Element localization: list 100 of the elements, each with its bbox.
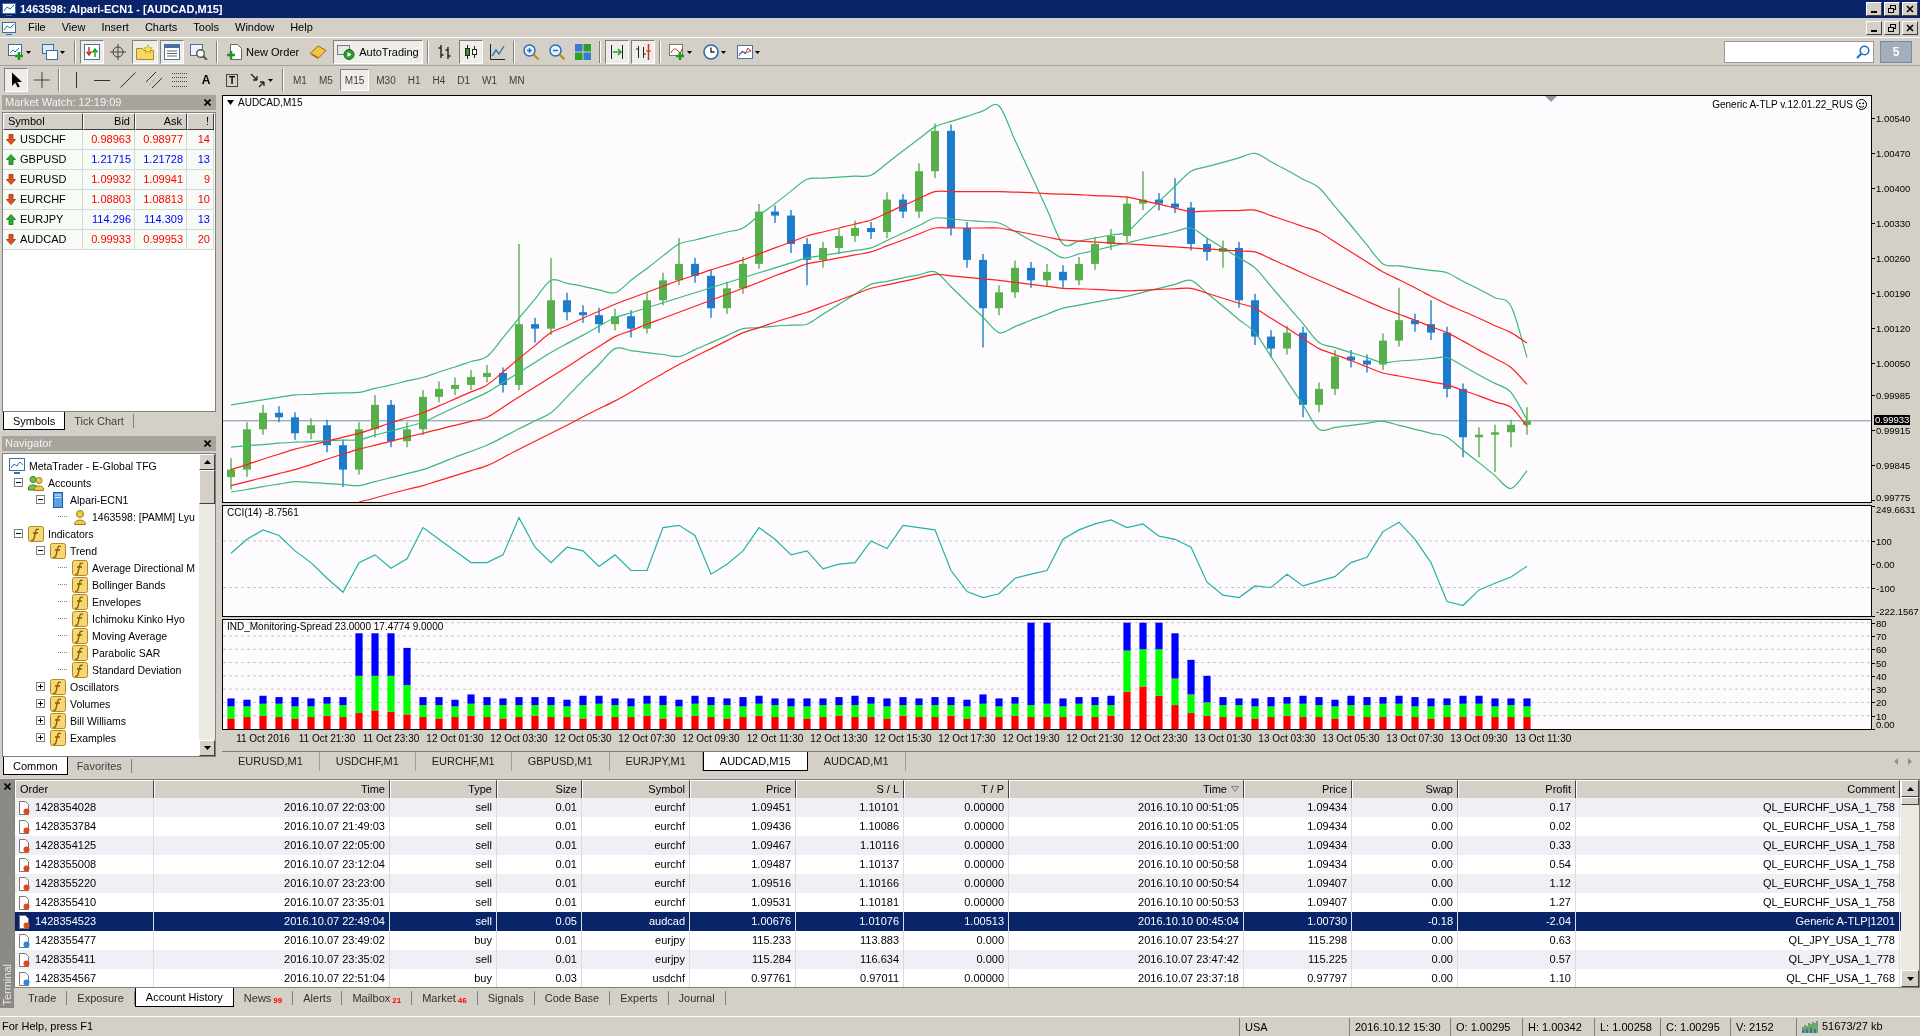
- menu-item[interactable]: Window: [227, 19, 283, 36]
- column-header[interactable]: Price: [1244, 780, 1352, 799]
- tab[interactable]: Experts: [610, 991, 669, 1005]
- toolbar-button[interactable]: [4, 68, 28, 92]
- column-header[interactable]: Swap: [1352, 780, 1458, 799]
- tree-item[interactable]: Oscillators: [70, 679, 119, 694]
- column-header[interactable]: Size: [497, 780, 582, 799]
- scroll-down-button[interactable]: [1901, 970, 1919, 987]
- toolbar-button[interactable]: [458, 39, 483, 64]
- vertical-scrollbar[interactable]: [199, 454, 215, 756]
- tab[interactable]: Account History: [134, 988, 234, 1007]
- toolbar-button[interactable]: A: [194, 68, 218, 92]
- tree-item[interactable]: MetaTrader - E-Global TFG: [29, 458, 157, 473]
- tab[interactable]: Favorites: [67, 759, 132, 773]
- tab[interactable]: Code Base: [534, 991, 611, 1005]
- scroll-up-button[interactable]: [199, 454, 215, 470]
- scroll-thumb[interactable]: [199, 470, 215, 504]
- symbol-name[interactable]: AUDCAD: [20, 231, 67, 248]
- minus-box-icon[interactable]: [36, 546, 45, 555]
- toolbar-button[interactable]: [604, 39, 629, 64]
- tree-item[interactable]: Trend: [70, 543, 98, 558]
- table-row[interactable]: 1428355220 2016.10.07 23:23:00 sell 0.01 eurchf 1.09516 1.10166 0.00000 2016.10.10 00:50:54 1.09407 0.00 1.12 QL_EURCHF_USA_1_758: [15, 874, 1901, 893]
- close-button[interactable]: [2, 781, 12, 791]
- tree-item[interactable]: Parabolic SAR: [92, 645, 161, 660]
- close-button[interactable]: [202, 97, 213, 108]
- table-row[interactable]: 1428354028 2016.10.07 22:03:00 sell 0.01 eurchf 1.09451 1.10101 0.00000 2016.10.10 00:51:05 1.09434 0.00 0.17 QL_EURCHF_USA_1_758: [15, 798, 1901, 817]
- tree-item[interactable]: Indicators: [48, 526, 94, 541]
- symbol-name[interactable]: USDCHF: [20, 131, 66, 148]
- tree-item[interactable]: Standard Deviation: [92, 662, 182, 677]
- autotrading-button[interactable]: AutoTrading: [333, 39, 423, 64]
- column-header[interactable]: Time: [1009, 780, 1244, 799]
- menu-item[interactable]: Tools: [185, 19, 227, 36]
- restore-button[interactable]: [1884, 2, 1900, 16]
- tree-item[interactable]: Average Directional M: [92, 560, 196, 575]
- tree-item[interactable]: 1463598: [PAMM] Lyu: [92, 509, 195, 524]
- tab[interactable]: Symbols: [3, 412, 66, 430]
- symbol-name[interactable]: EURJPY: [20, 211, 64, 228]
- tree-item[interactable]: Alpari-ECN1: [70, 492, 129, 507]
- column-header[interactable]: Profit: [1458, 780, 1576, 799]
- minimize-button[interactable]: [1866, 2, 1882, 16]
- tree-item[interactable]: Volumes: [70, 696, 111, 711]
- toolbar-button[interactable]: T: [220, 68, 244, 92]
- timeframe-button[interactable]: M5: [313, 69, 338, 91]
- minus-box-icon[interactable]: [14, 529, 23, 538]
- tree-item[interactable]: Envelopes: [92, 594, 142, 609]
- minus-box-icon[interactable]: [36, 495, 45, 504]
- minus-box-icon[interactable]: [14, 478, 23, 487]
- triangle-down-icon[interactable]: [1545, 96, 1557, 102]
- plus-box-icon[interactable]: [36, 682, 45, 691]
- scroll-thumb[interactable]: [1901, 797, 1919, 805]
- plus-box-icon[interactable]: [36, 699, 45, 708]
- column-header[interactable]: Comment: [1576, 780, 1900, 799]
- timeframe-button[interactable]: D1: [452, 69, 476, 91]
- tree-item[interactable]: Accounts: [48, 475, 92, 490]
- tree-item[interactable]: Bollinger Bands: [92, 577, 166, 592]
- timeframe-button[interactable]: M30: [371, 69, 401, 91]
- restore-button[interactable]: [1884, 20, 1900, 35]
- column-header[interactable]: Order: [15, 780, 154, 799]
- table-row[interactable]: 1428354523 2016.10.07 22:49:04 sell 0.05 audcad 1.00676 1.01076 1.00513 2016.10.10 00:45:04 1.00730 -0.18 -2.04 Generic A-TLP|1201: [15, 912, 1901, 931]
- tree-item[interactable]: Moving Average: [92, 628, 168, 643]
- column-header[interactable]: Symbol: [582, 780, 690, 799]
- tree-item[interactable]: Bill Williams: [70, 713, 126, 728]
- menu-item[interactable]: Charts: [136, 19, 186, 36]
- scroll-down-button[interactable]: [199, 740, 215, 756]
- column-header[interactable]: !: [187, 113, 214, 130]
- tree-item[interactable]: Ichimoku Kinko Hyo: [92, 611, 185, 626]
- chart-tab[interactable]: AUDCAD,M15: [702, 752, 808, 771]
- table-row[interactable]: 1428355411 2016.10.07 23:35:02 sell 0.01 eurjpy 115.284 116.634 0.000 2016.10.07 23:47:42 115.225 0.00 0.57 QL_JPY_USA_1_778: [15, 950, 1901, 969]
- new-order-button[interactable]: New Order: [222, 39, 304, 64]
- menu-item[interactable]: View: [53, 19, 94, 36]
- plus-box-icon[interactable]: [36, 733, 45, 742]
- scroll-up-button[interactable]: [1901, 780, 1919, 797]
- table-row[interactable]: 1428354125 2016.10.07 22:05:00 sell 0.01 eurchf 1.09467 1.10116 0.00000 2016.10.10 00:51:00 1.09434 0.00 0.33 QL_EURCHF_USA_1_758: [15, 836, 1901, 855]
- column-header[interactable]: Price: [690, 780, 796, 799]
- timeframe-button[interactable]: M1: [288, 69, 312, 91]
- tab[interactable]: Trade: [18, 991, 68, 1005]
- column-header[interactable]: T / P: [904, 780, 1009, 799]
- timeframe-button[interactable]: W1: [477, 69, 503, 91]
- tab[interactable]: Signals: [477, 991, 535, 1005]
- tab[interactable]: Alerts: [293, 991, 343, 1005]
- column-header[interactable]: Bid: [83, 113, 135, 130]
- tab[interactable]: Journal: [668, 991, 726, 1005]
- toolbar-button[interactable]: [630, 39, 655, 64]
- column-header[interactable]: Ask: [135, 113, 187, 130]
- search-field[interactable]: [1724, 40, 1874, 63]
- plus-box-icon[interactable]: [36, 716, 45, 725]
- tree-item[interactable]: Examples: [70, 730, 117, 745]
- menu-item[interactable]: File: [20, 19, 54, 36]
- column-header[interactable]: S / L: [796, 780, 904, 799]
- timeframe-button[interactable]: MN: [504, 69, 530, 91]
- column-header[interactable]: Time: [154, 780, 390, 799]
- close-button[interactable]: [202, 438, 213, 449]
- column-header[interactable]: Symbol: [3, 113, 83, 130]
- column-header[interactable]: Type: [390, 780, 497, 799]
- timeframe-button[interactable]: M15: [339, 69, 370, 91]
- vertical-scrollbar[interactable]: [1901, 780, 1919, 987]
- minimize-button[interactable]: [1866, 20, 1882, 35]
- tab[interactable]: Exposure: [67, 991, 135, 1005]
- tab[interactable]: Common: [3, 757, 68, 775]
- symbol-name[interactable]: GBPUSD: [20, 151, 67, 168]
